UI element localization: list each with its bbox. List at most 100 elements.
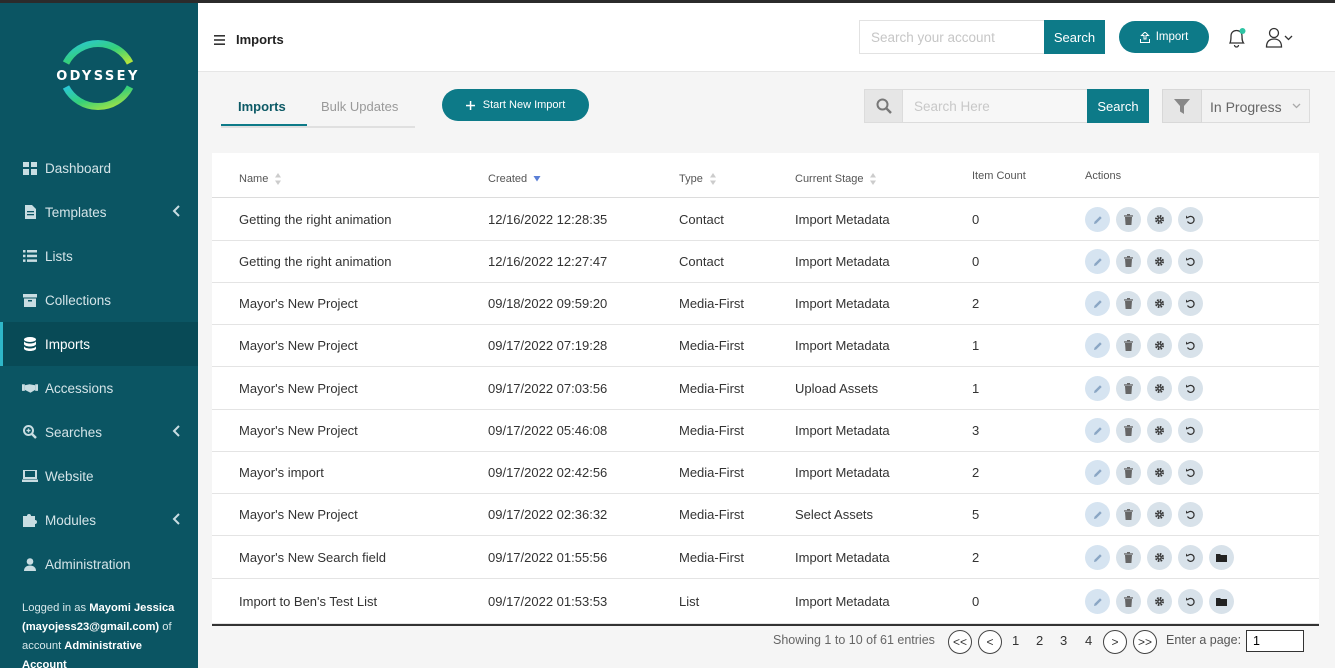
table-row[interactable]: Mayor's New Search field 09/17/2022 01:55… [212, 536, 1319, 579]
delete-button[interactable] [1116, 589, 1141, 614]
hamburger-menu-icon[interactable] [214, 35, 225, 45]
cell-name[interactable]: Import to Ben's Test List [239, 594, 377, 609]
cell-name[interactable]: Mayor's New Project [239, 381, 358, 396]
account-search-button[interactable]: Search [1044, 20, 1105, 54]
page-link-1[interactable]: 1 [1012, 633, 1019, 648]
sidebar-item-searches[interactable]: Searches [0, 410, 198, 454]
table-row[interactable]: Mayor's New Project 09/17/2022 05:46:08 Me… [212, 410, 1319, 452]
prev-page-button[interactable]: < [978, 630, 1002, 654]
settings-button[interactable] [1147, 589, 1172, 614]
sidebar-item-modules[interactable]: Modules [0, 498, 198, 542]
revert-button[interactable] [1178, 207, 1203, 232]
table-row[interactable]: Getting the right animation 12/16/2022 12… [212, 199, 1319, 241]
sidebar-item-templates[interactable]: Templates [0, 190, 198, 234]
edit-button[interactable] [1085, 376, 1110, 401]
cell-name[interactable]: Mayor's import [239, 465, 324, 480]
table-row[interactable]: Mayor's New Project 09/18/2022 09:59:20 Me… [212, 283, 1319, 325]
start-new-import-button[interactable]: Start New Import [442, 89, 589, 121]
column-header-current-stage[interactable]: Current Stage [795, 172, 877, 186]
cell-name[interactable]: Mayor's New Project [239, 507, 358, 522]
list-search-button[interactable]: Search [1087, 89, 1149, 123]
edit-button[interactable] [1085, 589, 1110, 614]
sidebar-item-collections[interactable]: Collections [0, 278, 198, 322]
edit-button[interactable] [1085, 207, 1110, 232]
edit-button[interactable] [1085, 460, 1110, 485]
settings-button[interactable] [1147, 545, 1172, 570]
revert-button[interactable] [1178, 333, 1203, 358]
delete-button[interactable] [1116, 418, 1141, 443]
cell-name[interactable]: Mayor's New Search field [239, 550, 386, 565]
settings-button[interactable] [1147, 249, 1172, 274]
column-header-name[interactable]: Name [239, 172, 282, 186]
odyssey-logo[interactable]: ODYSSEY [56, 33, 140, 117]
revert-button[interactable] [1178, 589, 1203, 614]
status-filter-select[interactable]: In Progress [1202, 89, 1310, 123]
table-row[interactable]: Mayor's New Project 09/17/2022 07:19:28 Me… [212, 325, 1319, 367]
revert-button[interactable] [1178, 291, 1203, 316]
page-link-3[interactable]: 3 [1060, 633, 1067, 648]
delete-button[interactable] [1116, 376, 1141, 401]
settings-button[interactable] [1147, 207, 1172, 232]
last-page-button[interactable]: >> [1133, 630, 1157, 654]
cell-name[interactable]: Mayor's New Project [239, 338, 358, 353]
sidebar-item-dashboard[interactable]: Dashboard [0, 146, 198, 190]
delete-button[interactable] [1116, 502, 1141, 527]
first-page-button[interactable]: << [948, 630, 972, 654]
table-row[interactable]: Getting the right animation 12/16/2022 12… [212, 241, 1319, 283]
tab-imports[interactable]: Imports [238, 99, 286, 114]
notification-bell-icon[interactable] [1226, 27, 1248, 49]
delete-button[interactable] [1116, 460, 1141, 485]
revert-button[interactable] [1178, 502, 1203, 527]
settings-button[interactable] [1147, 376, 1172, 401]
cell-name[interactable]: Getting the right animation [239, 254, 391, 269]
edit-button[interactable] [1085, 502, 1110, 527]
account-search-input[interactable] [859, 20, 1045, 54]
settings-button[interactable] [1147, 333, 1172, 358]
open-folder-button[interactable] [1209, 589, 1234, 614]
sidebar-item-website[interactable]: Website [0, 454, 198, 498]
delete-button[interactable] [1116, 207, 1141, 232]
page-number-input[interactable] [1246, 630, 1304, 652]
page-link-2[interactable]: 2 [1036, 633, 1043, 648]
table-row[interactable]: Mayor's New Project 09/17/2022 02:36:32 Me… [212, 494, 1319, 536]
table-row[interactable]: Mayor's import 09/17/2022 02:42:56 Media-F… [212, 452, 1319, 494]
revert-button[interactable] [1178, 249, 1203, 274]
user-menu-icon[interactable] [1265, 27, 1299, 49]
revert-button[interactable] [1178, 460, 1203, 485]
open-folder-button[interactable] [1209, 545, 1234, 570]
table-row[interactable]: Mayor's New Project 09/17/2022 07:03:56 Me… [212, 367, 1319, 410]
import-button[interactable]: Import [1119, 21, 1209, 53]
delete-button[interactable] [1116, 291, 1141, 316]
delete-button[interactable] [1116, 545, 1141, 570]
revert-button[interactable] [1178, 418, 1203, 443]
cell-name[interactable]: Getting the right animation [239, 212, 391, 227]
settings-button[interactable] [1147, 502, 1172, 527]
filter-button[interactable] [1162, 89, 1202, 123]
column-header-created[interactable]: Created [488, 172, 541, 186]
column-header-type[interactable]: Type [679, 172, 717, 186]
edit-button[interactable] [1085, 418, 1110, 443]
cell-name[interactable]: Mayor's New Project [239, 423, 358, 438]
sidebar-item-lists[interactable]: Lists [0, 234, 198, 278]
revert-button[interactable] [1178, 376, 1203, 401]
revert-button[interactable] [1178, 545, 1203, 570]
table-row[interactable]: Import to Ben's Test List 09/17/2022 01:5… [212, 579, 1319, 624]
edit-button[interactable] [1085, 291, 1110, 316]
settings-button[interactable] [1147, 291, 1172, 316]
delete-button[interactable] [1116, 333, 1141, 358]
row-actions [1085, 502, 1203, 527]
settings-button[interactable] [1147, 418, 1172, 443]
edit-button[interactable] [1085, 249, 1110, 274]
next-page-button[interactable]: > [1103, 630, 1127, 654]
settings-button[interactable] [1147, 460, 1172, 485]
cell-name[interactable]: Mayor's New Project [239, 296, 358, 311]
sidebar-item-imports[interactable]: Imports [0, 322, 198, 366]
list-search-input[interactable] [903, 89, 1088, 123]
page-link-4[interactable]: 4 [1085, 633, 1092, 648]
delete-button[interactable] [1116, 249, 1141, 274]
sidebar-item-administration[interactable]: Administration [0, 542, 198, 586]
edit-button[interactable] [1085, 333, 1110, 358]
sidebar-item-accessions[interactable]: Accessions [0, 366, 198, 410]
tab-bulk-updates[interactable]: Bulk Updates [321, 99, 398, 114]
edit-button[interactable] [1085, 545, 1110, 570]
